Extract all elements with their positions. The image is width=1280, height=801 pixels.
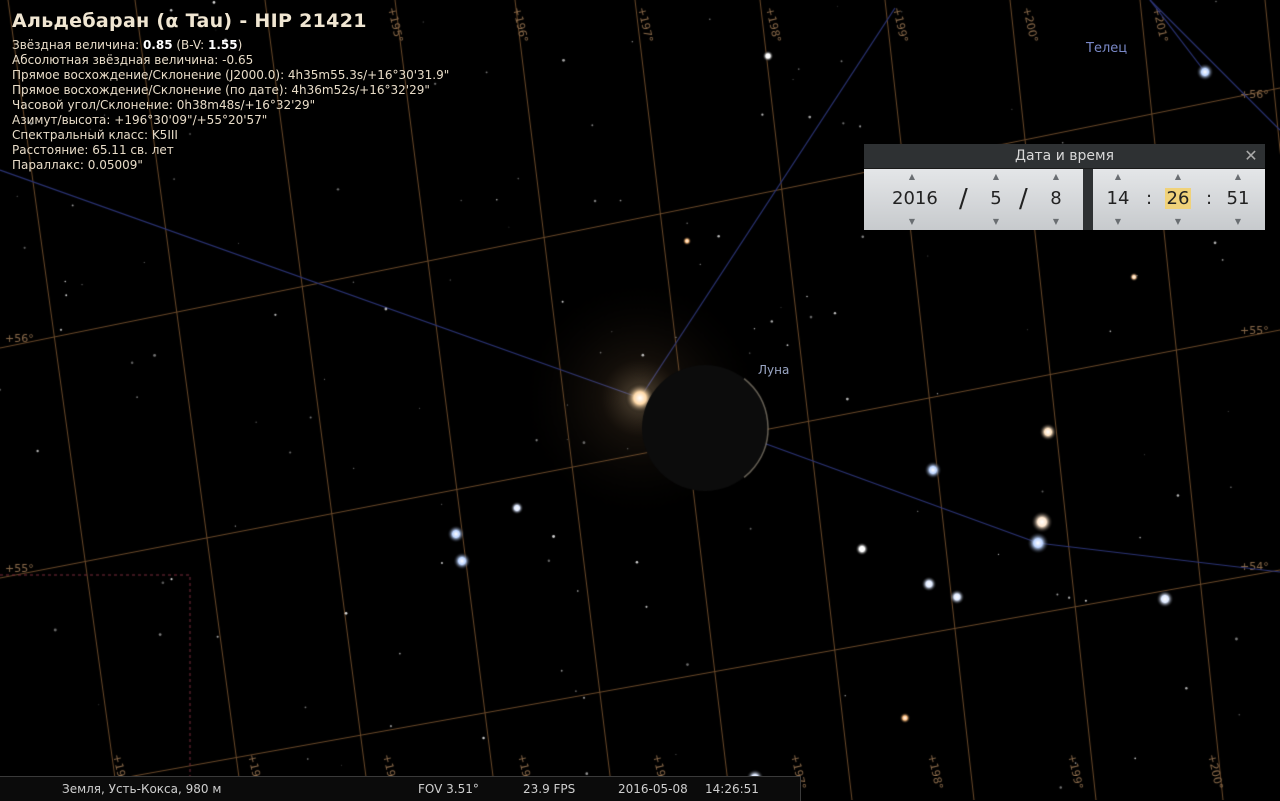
status-fps: 23.9 FPS [523,782,576,796]
year-up-arrow-icon[interactable]: ▲ [892,172,932,182]
day-spinner[interactable]: ▲ 8 ▼ [1036,169,1076,230]
second-spinner[interactable]: ▲ 51 ▼ [1218,169,1258,230]
time-separator: : [1206,188,1213,209]
date-time-divider [1083,169,1093,230]
minute-down-arrow-icon[interactable]: ▼ [1158,217,1198,227]
second-up-arrow-icon[interactable]: ▲ [1218,172,1258,182]
second-value[interactable]: 51 [1218,188,1258,210]
ra-dec-j2000-line: Прямое восхождение/Склонение (J2000.0): … [12,68,450,82]
month-value[interactable]: 5 [976,188,1016,210]
hour-down-arrow-icon[interactable]: ▼ [1098,217,1138,227]
date-panel: ▲ 2016 ▼ / ▲ 5 ▼ / ▲ 8 ▼ [864,169,1083,230]
date-separator: / [959,184,968,214]
date-separator: / [1019,184,1028,214]
year-spinner[interactable]: ▲ 2016 ▼ [892,169,938,230]
magnitude-line: Звёздная величина: 0.85 (B-V: 1.55) [12,38,449,53]
close-icon[interactable]: ✕ [1242,144,1260,168]
ra-dec-date-line: Прямое восхождение/Склонение (по дате): … [12,83,430,97]
hour-angle-line: Часовой угол/Склонение: 0h38m48s/+16°32'… [12,98,316,112]
year-value[interactable]: 2016 [892,188,938,210]
status-bar: Земля, Усть-Кокса, 980 м FOV 3.51° 23.9 … [0,776,801,801]
magnitude-value: 0.85 [142,38,173,52]
abs-magnitude-line: Абсолютная звёздная величина: -0.65 [12,53,254,67]
year-down-arrow-icon[interactable]: ▼ [892,217,932,227]
time-panel: ▲ 14 ▼ : ▲ 26 ▼ : ▲ 51 ▼ [1093,169,1265,230]
magnitude-label: Звёздная величина: [12,38,143,52]
minute-spinner[interactable]: ▲ 26 ▼ [1158,169,1198,230]
bv-label: (B-V: [172,38,208,52]
spectral-class-line: Спектральный класс: K5III [12,128,178,142]
datetime-window-body: ▲ 2016 ▼ / ▲ 5 ▼ / ▲ 8 ▼ ▲ 14 ▼: ▲ 26 ▼… [864,169,1265,230]
datetime-window-title: Дата и время [1015,148,1114,164]
minute-value[interactable]: 26 [1158,188,1198,210]
datetime-window-titlebar[interactable]: Дата и время ✕ [864,144,1265,169]
month-up-arrow-icon[interactable]: ▲ [976,172,1016,182]
parallax-line: Параллакс: 0.05009" [12,158,143,172]
month-down-arrow-icon[interactable]: ▼ [976,217,1016,227]
status-date: 2016-05-08 [618,782,688,796]
distance-line: Расстояние: 65.11 св. лет [12,143,174,157]
datetime-window: Дата и время ✕ ▲ 2016 ▼ / ▲ 5 ▼ / ▲ 8 ▼ [864,144,1265,230]
month-spinner[interactable]: ▲ 5 ▼ [976,169,1016,230]
minute-up-arrow-icon[interactable]: ▲ [1158,172,1198,182]
day-value[interactable]: 8 [1036,188,1076,210]
bv-close: ) [237,38,243,52]
day-up-arrow-icon[interactable]: ▲ [1036,172,1076,182]
hour-spinner[interactable]: ▲ 14 ▼ [1098,169,1138,230]
moon-label[interactable]: Луна [758,363,789,377]
object-info-panel: Альдебаран (α Tau) - HIP 21421 Звёздная … [12,10,449,173]
hour-up-arrow-icon[interactable]: ▲ [1098,172,1138,182]
day-down-arrow-icon[interactable]: ▼ [1036,217,1076,227]
time-separator: : [1146,188,1153,209]
object-title: Альдебаран (α Tau) - HIP 21421 [12,10,367,32]
bv-value: 1.55 [208,38,238,52]
constellation-label-taurus[interactable]: Телец [1086,41,1127,56]
hour-value[interactable]: 14 [1098,188,1138,210]
status-location[interactable]: Земля, Усть-Кокса, 980 м [62,782,221,796]
az-alt-line: Азимут/высота: +196°30'09"/+55°20'57" [12,113,268,127]
status-time: 14:26:51 [705,782,759,796]
second-down-arrow-icon[interactable]: ▼ [1218,217,1258,227]
status-fov: FOV 3.51° [418,782,479,796]
